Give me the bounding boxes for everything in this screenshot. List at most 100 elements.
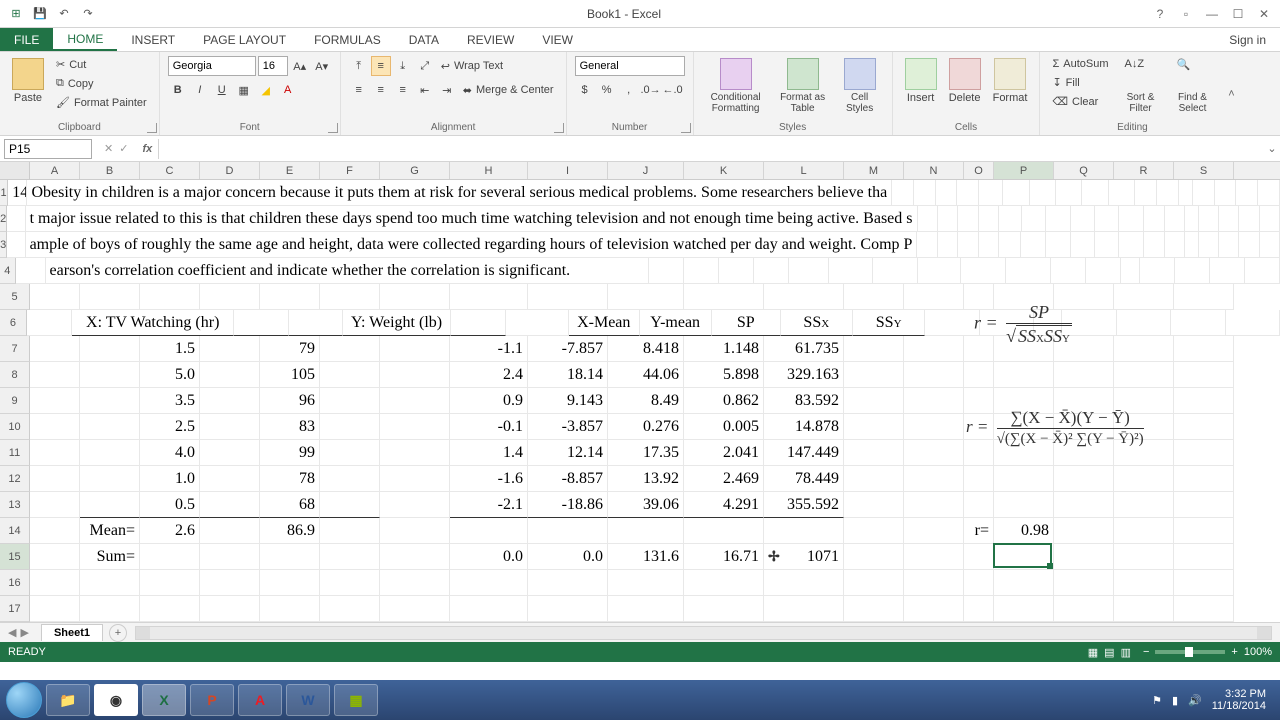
cell-S16[interactable] — [1174, 570, 1234, 596]
cell-N17[interactable] — [904, 596, 964, 622]
cell-D7[interactable] — [200, 336, 260, 362]
cell-Q6[interactable] — [1117, 310, 1172, 336]
save-icon[interactable]: 💾 — [32, 6, 48, 22]
cell-S7[interactable] — [1174, 336, 1234, 362]
format-painter-button[interactable]: 🖌Format Painter — [52, 94, 151, 111]
cell-Q16[interactable] — [1054, 570, 1114, 596]
tray-clock[interactable]: 3:32 PM 11/18/2014 — [1212, 688, 1266, 712]
tray-network-icon[interactable]: ▮ — [1172, 694, 1178, 707]
cell-K9[interactable]: 0.862 — [684, 388, 764, 414]
cell-L17[interactable] — [764, 596, 844, 622]
cell-S2[interactable] — [1260, 206, 1280, 232]
tray-flag-icon[interactable]: ⚑ — [1152, 694, 1162, 707]
cell-K2[interactable] — [1095, 206, 1120, 232]
cell-J11[interactable]: 17.35 — [608, 440, 684, 466]
decrease-indent-button[interactable]: ⇤ — [415, 80, 435, 100]
cell-A10[interactable] — [30, 414, 80, 440]
cell-B5[interactable] — [80, 284, 140, 310]
cell-Q12[interactable] — [1054, 466, 1114, 492]
task-excel[interactable]: X — [142, 684, 186, 716]
cell-J1[interactable] — [1056, 180, 1082, 206]
cell-K12[interactable]: 2.469 — [684, 466, 764, 492]
start-button[interactable] — [6, 682, 42, 718]
colhead-C[interactable]: C — [140, 162, 200, 179]
cell-R2[interactable] — [1239, 206, 1259, 232]
rowhead-9[interactable]: 9 — [0, 388, 30, 414]
increase-decimal-button[interactable]: .0→ — [641, 80, 661, 100]
cell-O16[interactable] — [964, 570, 994, 596]
rowhead-3[interactable]: 3 — [0, 232, 7, 258]
task-word[interactable]: W — [286, 684, 330, 716]
cell-R17[interactable] — [1114, 596, 1174, 622]
cell-C3[interactable] — [917, 232, 937, 258]
cell-G14[interactable] — [380, 518, 450, 544]
cell-I10[interactable]: -3.857 — [528, 414, 608, 440]
decrease-decimal-button[interactable]: ←.0 — [663, 80, 683, 100]
spreadsheet-grid[interactable]: ABCDEFGHIJKLMNOPQRS 114.Obesity in child… — [0, 162, 1280, 622]
cell-K16[interactable] — [684, 570, 764, 596]
cell-K17[interactable] — [684, 596, 764, 622]
cell-B10[interactable] — [80, 414, 140, 440]
cell-O15[interactable] — [964, 544, 994, 570]
colhead-G[interactable]: G — [380, 162, 450, 179]
cell-B9[interactable] — [80, 388, 140, 414]
cell-L6[interactable]: SSY — [853, 310, 925, 336]
cut-button[interactable]: ✂Cut — [52, 56, 151, 73]
italic-button[interactable]: I — [190, 80, 210, 100]
cell-F1[interactable] — [957, 180, 979, 206]
cell-E6[interactable]: Y: Weight (lb) — [343, 310, 451, 336]
cell-G5[interactable] — [380, 284, 450, 310]
cell-I9[interactable]: 9.143 — [528, 388, 608, 414]
cell-Q3[interactable] — [1219, 232, 1239, 258]
cell-D1[interactable] — [914, 180, 936, 206]
cell-P13[interactable] — [994, 492, 1054, 518]
cell-H12[interactable]: -1.6 — [450, 466, 528, 492]
system-tray[interactable]: ⚑ ▮ 🔊 3:32 PM 11/18/2014 — [1144, 688, 1274, 712]
cell-N5[interactable] — [904, 284, 964, 310]
colhead-O[interactable]: O — [964, 162, 994, 179]
cell-L1[interactable] — [1109, 180, 1136, 206]
font-color-button[interactable]: A — [278, 80, 298, 100]
cell-R3[interactable] — [1239, 232, 1259, 258]
cell-C7[interactable]: 1.5 — [140, 336, 200, 362]
clear-button[interactable]: ⌫Clear — [1048, 93, 1112, 110]
bold-button[interactable]: B — [168, 80, 188, 100]
cell-F4[interactable] — [754, 258, 789, 284]
cell-K11[interactable]: 2.041 — [684, 440, 764, 466]
cell-J6[interactable]: SP — [712, 310, 781, 336]
cell-P4[interactable] — [1140, 258, 1175, 284]
cell-S8[interactable] — [1174, 362, 1234, 388]
cell-N10[interactable] — [904, 414, 964, 440]
comma-button[interactable]: , — [619, 80, 639, 100]
cell-styles-button[interactable]: Cell Styles — [836, 56, 884, 116]
cell-Q17[interactable] — [1054, 596, 1114, 622]
task-chrome[interactable]: ◉ — [94, 684, 138, 716]
cell-C2[interactable] — [918, 206, 938, 232]
cell-H7[interactable]: -1.1 — [450, 336, 528, 362]
cell-C1[interactable] — [892, 180, 914, 206]
cell-C5[interactable] — [140, 284, 200, 310]
cell-O17[interactable] — [964, 596, 994, 622]
cell-M6[interactable] — [925, 310, 980, 336]
cell-N1[interactable] — [1157, 180, 1179, 206]
cell-M1[interactable] — [1135, 180, 1157, 206]
cell-D15[interactable] — [200, 544, 260, 570]
cell-S9[interactable] — [1174, 388, 1234, 414]
cell-R12[interactable] — [1114, 466, 1174, 492]
colhead-L[interactable]: L — [764, 162, 844, 179]
cell-D5[interactable] — [200, 284, 260, 310]
cell-G6[interactable] — [506, 310, 569, 336]
colhead-E[interactable]: E — [260, 162, 320, 179]
cell-C9[interactable]: 3.5 — [140, 388, 200, 414]
cell-B13[interactable] — [80, 492, 140, 518]
cell-P17[interactable] — [994, 596, 1054, 622]
conditional-formatting-button[interactable]: Conditional Formatting — [702, 56, 770, 116]
clipboard-launcher[interactable] — [147, 123, 157, 133]
cell-I7[interactable]: -7.857 — [528, 336, 608, 362]
tab-data[interactable]: DATA — [395, 28, 453, 51]
find-select-button[interactable]: 🔍Find & Select — [1169, 56, 1217, 116]
rowhead-12[interactable]: 12 — [0, 466, 30, 492]
cell-G7[interactable] — [380, 336, 450, 362]
tab-pagelayout[interactable]: PAGE LAYOUT — [189, 28, 300, 51]
cell-S10[interactable] — [1174, 414, 1234, 440]
